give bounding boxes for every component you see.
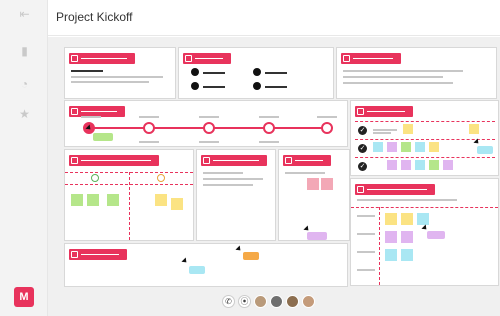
panel-people-header — [183, 53, 231, 64]
panel-targets[interactable]: ✓ ✓ ✓ — [350, 100, 499, 176]
sticky-note-icon[interactable]: ▮ — [18, 45, 31, 58]
panel-scope-header — [201, 155, 267, 166]
collaborator-avatar-3[interactable] — [286, 295, 299, 308]
panel-team[interactable] — [350, 178, 499, 286]
group-icon — [357, 186, 364, 193]
panel-feedback-header — [69, 155, 159, 166]
star-icon[interactable]: ★ — [18, 108, 31, 121]
panel-chart-header — [341, 53, 401, 64]
warning-icon — [285, 157, 292, 164]
panel-risks[interactable] — [278, 149, 350, 241]
board-header: Project Kickoff — [48, 0, 500, 36]
target-icon — [357, 108, 364, 115]
collaborator-avatar-2[interactable] — [270, 295, 283, 308]
timeline-node-2[interactable] — [143, 122, 155, 134]
brand-logo[interactable]: M — [14, 287, 34, 307]
back-icon[interactable]: ⇤ — [18, 8, 31, 21]
panel-folder[interactable] — [64, 47, 176, 99]
scope-icon — [203, 157, 210, 164]
calendar-icon — [71, 108, 78, 115]
collaborator-avatar-1[interactable] — [254, 295, 267, 308]
panel-notes-header — [69, 249, 127, 260]
board-canvas[interactable]: ✓ ✓ ✓ ✆ ⦿ — [48, 37, 500, 316]
note-icon — [71, 251, 78, 258]
panel-scope[interactable] — [196, 149, 276, 241]
panel-feedback[interactable] — [64, 149, 194, 241]
panel-folder-header — [69, 53, 135, 64]
timeline-node-3[interactable] — [203, 122, 215, 134]
shapes-icon[interactable]: ◔ — [18, 78, 31, 91]
bar-chart-icon — [343, 55, 350, 62]
check-icon: ✓ — [358, 126, 367, 135]
panel-team-header — [355, 184, 435, 195]
timeline-node-5[interactable] — [321, 122, 333, 134]
panel-chart[interactable] — [336, 47, 497, 99]
collaborator-avatar-4[interactable] — [302, 295, 315, 308]
happy-face-icon — [91, 174, 99, 182]
video-icon[interactable]: ⦿ — [238, 295, 251, 308]
call-icon[interactable]: ✆ — [222, 295, 235, 308]
panel-people[interactable] — [178, 47, 334, 99]
neutral-face-icon — [157, 174, 165, 182]
check-icon: ✓ — [358, 144, 367, 153]
check-icon: ✓ — [358, 162, 367, 171]
panel-notes[interactable] — [64, 243, 348, 287]
left-toolbar: ⇤ ▮ ◔ ★ M — [0, 0, 48, 316]
board-title[interactable]: Project Kickoff — [56, 10, 132, 24]
timeline-node-4[interactable] — [263, 122, 275, 134]
panel-risks-header — [283, 155, 331, 166]
person-card-icon — [185, 55, 192, 62]
panel-targets-header — [355, 106, 413, 117]
collaborator-bar: ✆ ⦿ — [220, 293, 330, 311]
folder-icon — [71, 55, 78, 62]
panel-timeline[interactable] — [64, 100, 348, 147]
smiley-icon — [71, 157, 78, 164]
